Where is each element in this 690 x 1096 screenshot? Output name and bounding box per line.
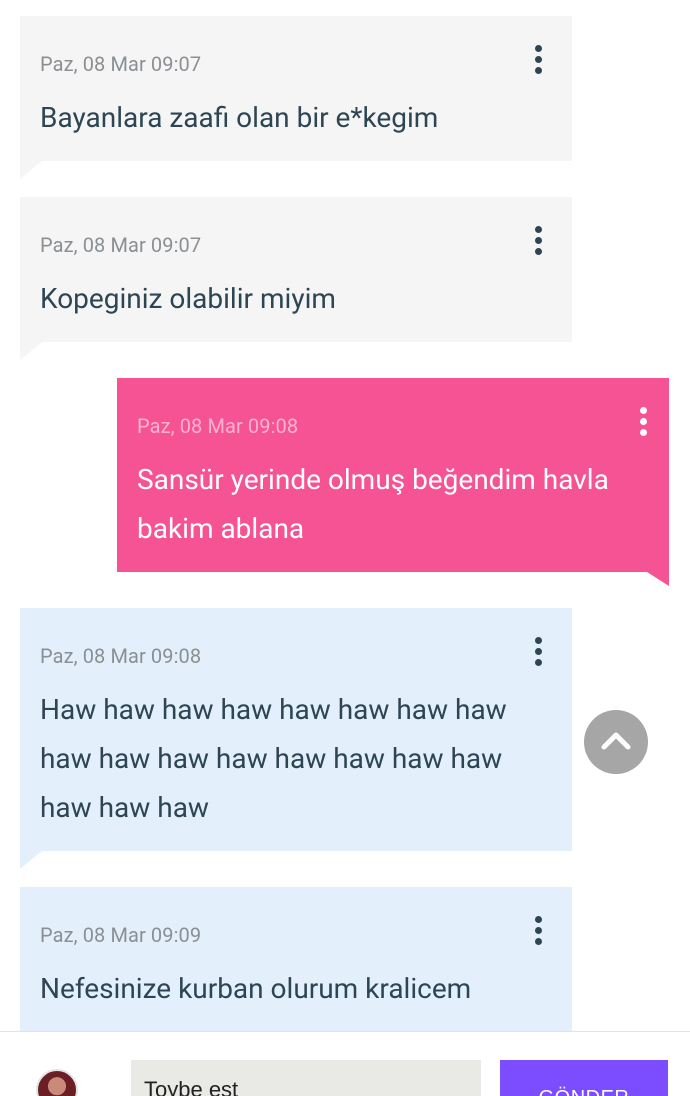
bubble-tail xyxy=(20,851,42,869)
bubble-tail xyxy=(647,572,669,586)
message-text: Bayanlara zaafi olan bir e*kegim xyxy=(40,101,439,134)
more-vertical-icon[interactable] xyxy=(637,406,649,438)
message-bubble: Paz, 08 Mar 09:07 Kopeginiz olabilir miy… xyxy=(20,197,572,360)
more-vertical-icon[interactable] xyxy=(532,44,544,76)
bubble-tail xyxy=(20,342,42,360)
more-vertical-icon[interactable] xyxy=(532,915,544,947)
scroll-to-top-button[interactable] xyxy=(584,710,648,774)
more-vertical-icon[interactable] xyxy=(532,225,544,257)
message-timestamp: Paz, 08 Mar 09:09 xyxy=(40,923,202,947)
message-timestamp: Paz, 08 Mar 09:08 xyxy=(40,644,202,668)
bubble-tail xyxy=(20,161,42,179)
avatar xyxy=(36,1069,78,1096)
message-timestamp: Paz, 08 Mar 09:07 xyxy=(40,233,202,257)
send-button[interactable]: GÖNDER xyxy=(500,1060,668,1096)
message-composer: GÖNDER xyxy=(0,1031,690,1096)
message-text: Kopeginiz olabilir miyim xyxy=(40,282,336,315)
message-timestamp: Paz, 08 Mar 09:08 xyxy=(137,414,299,438)
message-text: Nefesinize kurban olurum kralicem xyxy=(40,972,472,1005)
message-input[interactable] xyxy=(131,1060,481,1096)
message-bubble: Paz, 08 Mar 09:07 Bayanlara zaafi olan b… xyxy=(20,16,572,179)
message-timestamp: Paz, 08 Mar 09:07 xyxy=(40,52,202,76)
message-text: Sansür yerinde olmuş beğendim havla baki… xyxy=(137,463,609,545)
message-bubble-own: Paz, 08 Mar 09:08 Sansür yerinde olmuş b… xyxy=(117,378,669,586)
chevron-up-icon xyxy=(601,732,631,750)
message-text: Haw haw haw haw haw haw haw haw haw haw … xyxy=(40,693,507,824)
more-vertical-icon[interactable] xyxy=(532,636,544,668)
message-bubble: Paz, 08 Mar 09:08 Haw haw haw haw haw ha… xyxy=(20,608,572,869)
chat-page: Paz, 08 Mar 09:07 Bayanlara zaafi olan b… xyxy=(0,0,690,1096)
